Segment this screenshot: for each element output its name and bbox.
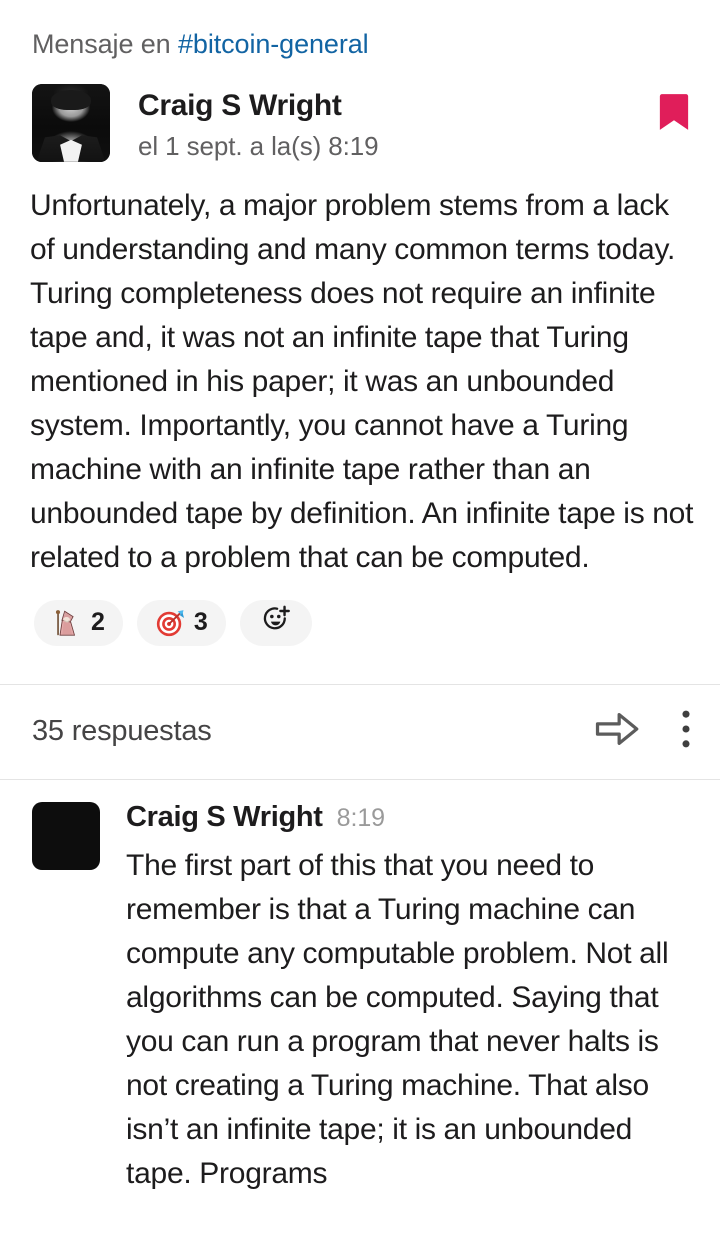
reply-content: Craig S Wright 8:19 The first part of th… — [126, 801, 700, 1196]
reply-body: The first part of this that you need to … — [126, 848, 669, 1190]
thread-actions — [594, 709, 692, 754]
add-reaction-icon — [261, 605, 291, 640]
message-body: Unfortunately, a major problem stems fro… — [30, 188, 694, 574]
share-arrow-icon[interactable] — [594, 710, 640, 753]
dart-icon — [155, 608, 185, 638]
add-reaction-button[interactable] — [239, 599, 312, 646]
root-message-header: Craig S Wright el 1 sept. a la(s) 8:19 — [0, 83, 720, 162]
context-header-prefix: Mensaje en — [32, 29, 178, 59]
reply-sender-name[interactable]: Craig S Wright — [126, 801, 323, 834]
bookmark-icon[interactable] — [658, 92, 690, 132]
reply-timestamp[interactable]: 8:19 — [337, 804, 385, 833]
replies-count-label[interactable]: 35 respuestas — [32, 715, 212, 748]
reaction-count: 3 — [193, 608, 208, 637]
avatar-hair-shape — [50, 89, 92, 111]
context-header: Mensaje en #bitcoin-general — [0, 0, 720, 62]
message-timestamp[interactable]: el 1 sept. a la(s) 8:19 — [138, 131, 379, 162]
reply-header: Craig S Wright 8:19 — [126, 801, 700, 834]
channel-link[interactable]: #bitcoin-general — [178, 29, 369, 59]
sender-name[interactable]: Craig S Wright — [138, 88, 379, 124]
reply-avatar[interactable] — [32, 801, 100, 870]
root-message-meta: Craig S Wright el 1 sept. a la(s) 8:19 — [138, 84, 379, 162]
reaction-pill-wizard[interactable]: 2 — [34, 599, 123, 646]
reaction-bar: 2 3 — [0, 580, 720, 646]
reply-message: Craig S Wright 8:19 The first part of th… — [0, 780, 720, 1196]
reaction-count: 2 — [91, 608, 105, 637]
thread-replies-bar[interactable]: 35 respuestas — [0, 685, 720, 779]
slack-thread-view: Mensaje en #bitcoin-general Craig S Wrig… — [0, 0, 720, 1246]
more-options-icon[interactable] — [680, 709, 692, 754]
root-message: Craig S Wright el 1 sept. a la(s) 8:19 U… — [0, 62, 720, 646]
avatar[interactable] — [32, 83, 110, 162]
reaction-pill-dart[interactable]: 3 — [136, 599, 226, 646]
mage-icon — [52, 608, 82, 638]
